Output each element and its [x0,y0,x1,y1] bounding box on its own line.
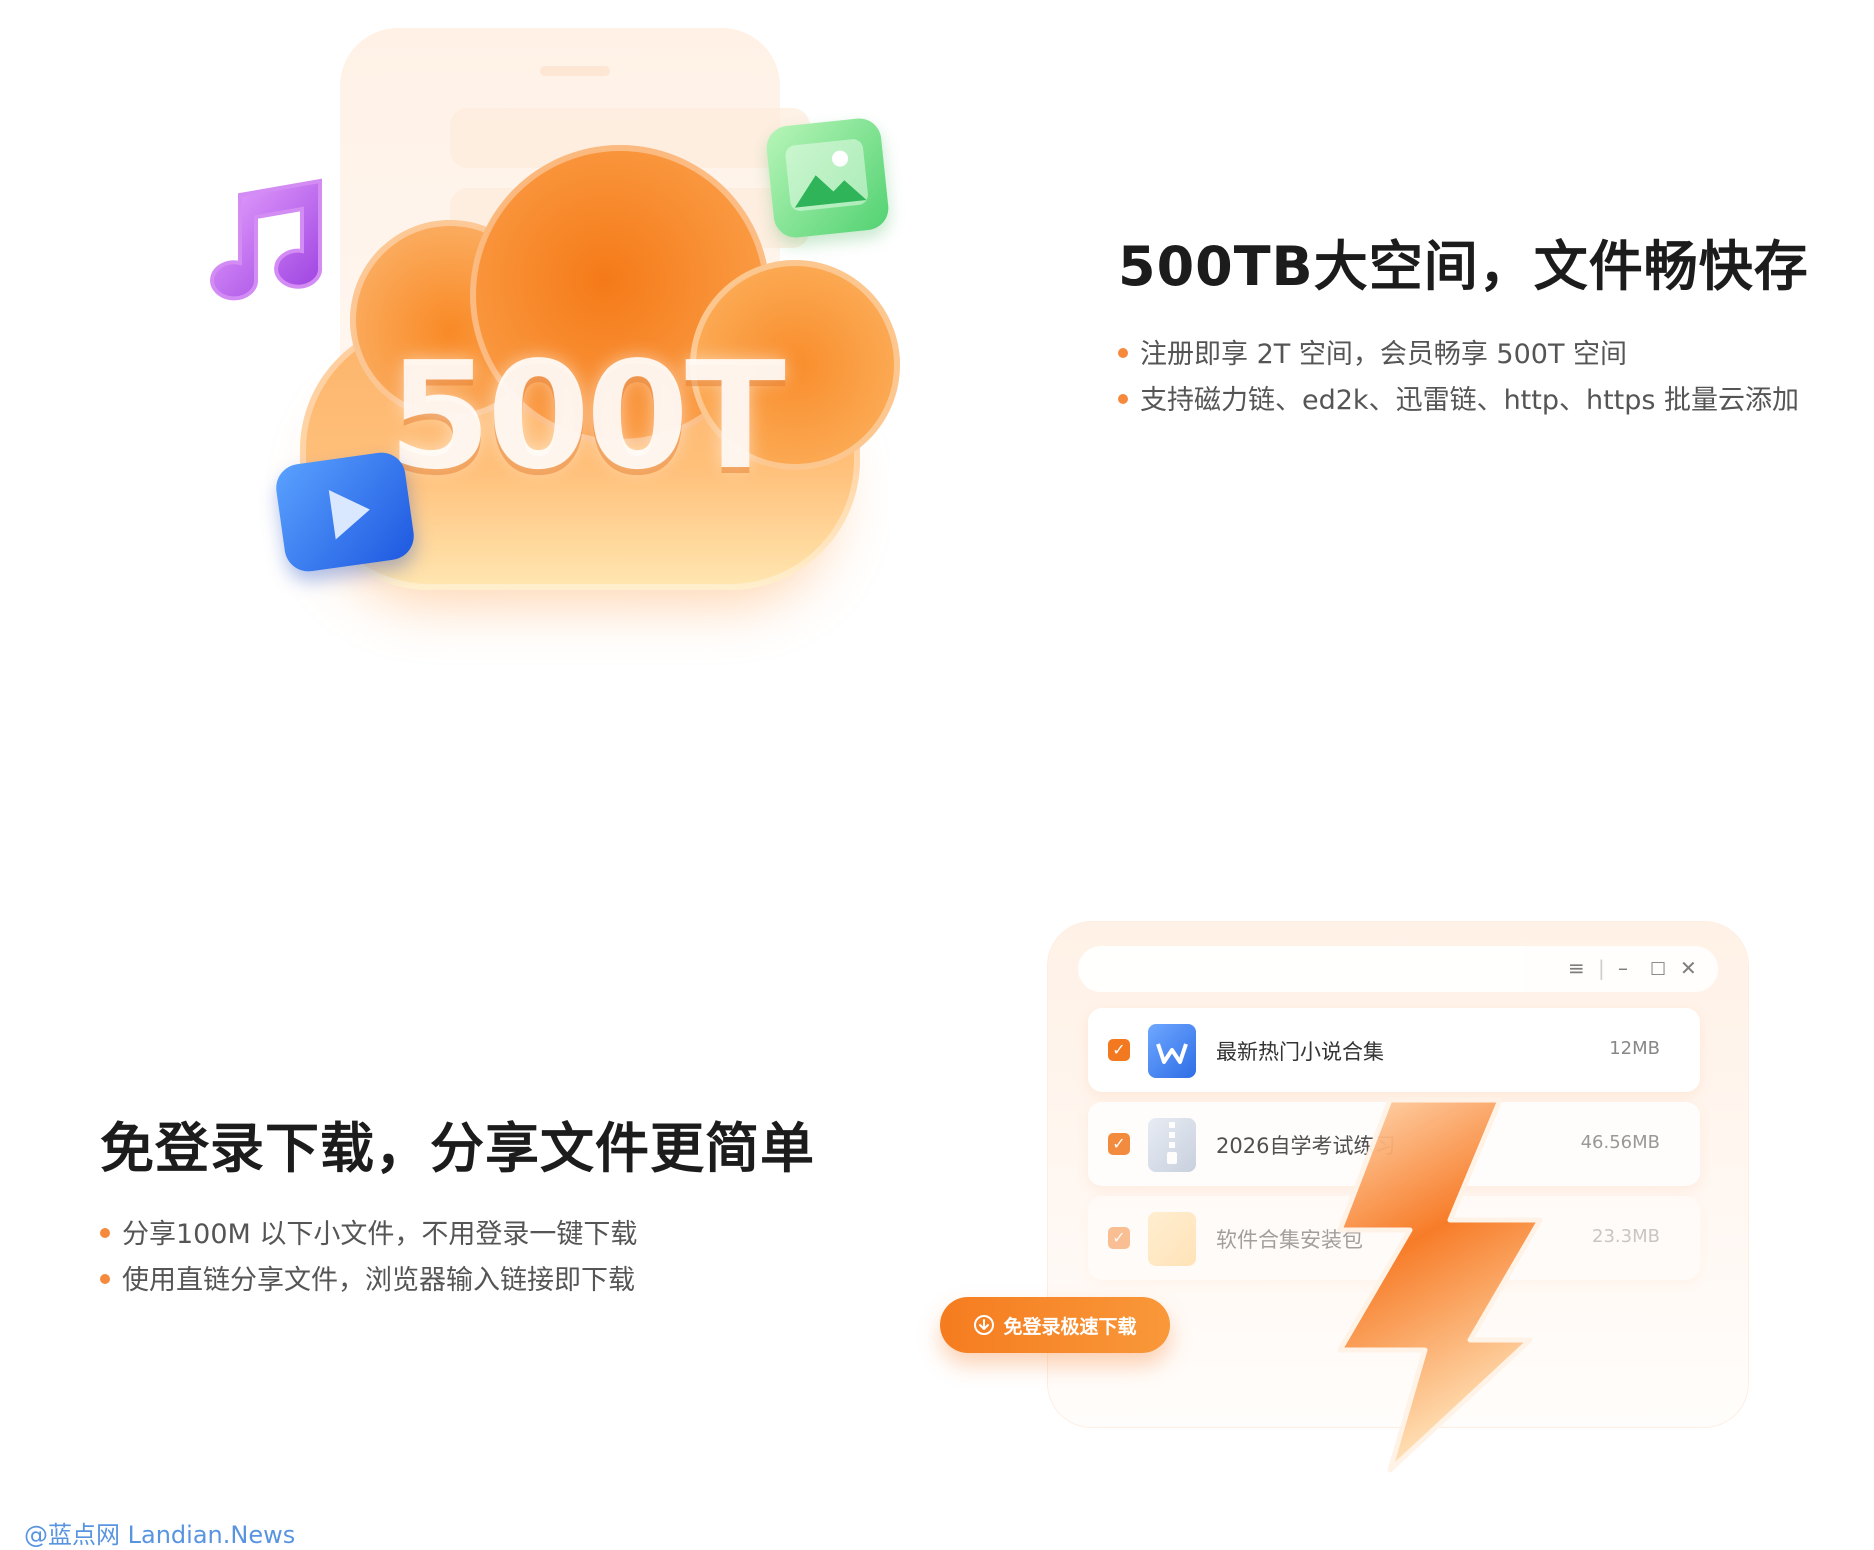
checkbox-checked-icon: ✓ [1108,1039,1130,1061]
bullet-dot [1118,347,1128,358]
titlebar-divider: | [1598,956,1605,980]
list-item: 分享100M 以下小文件，不用登录一键下载 [100,1212,637,1258]
bullet-dot [1118,393,1128,404]
play-icon [273,449,417,575]
zip-archive-icon [1148,1118,1196,1172]
download-without-login-button[interactable]: 免登录极速下载 [940,1297,1170,1353]
menu-icon: ≡ [1568,956,1585,980]
section1-bullet-list: 注册即享 2T 空间，会员畅享 500T 空间 支持磁力链、ed2k、迅雷链、h… [1118,332,1799,424]
section2-title: 免登录下载，分享文件更简单 [100,1117,815,1180]
download-icon [974,1315,995,1335]
cloud-hero-text: 500T [388,330,786,502]
checkbox-checked-icon: ✓ [1108,1227,1130,1249]
file-size: 46.56MB [1580,1132,1660,1153]
file-name: 最新热门小说合集 [1216,1040,1384,1064]
bullet-dot [100,1273,110,1284]
section1-title: 500TB大空间，文件畅快存 [1118,235,1809,298]
file-size: 12MB [1609,1038,1660,1059]
bullet-dot [100,1227,110,1238]
checkbox-checked-icon: ✓ [1108,1133,1130,1155]
file-size: 23.3MB [1592,1226,1660,1247]
picture-icon [764,116,891,240]
section2-bullet-list: 分享100M 以下小文件，不用登录一键下载 使用直链分享文件，浏览器输入链接即下… [100,1212,637,1304]
music-note-icon [210,178,323,301]
word-doc-icon [1148,1024,1196,1078]
folder-icon [1148,1212,1196,1266]
file-row: ✓ 最新热门小说合集 12MB [1088,1008,1700,1092]
phone-notch [540,66,610,76]
list-item: 使用直链分享文件，浏览器输入链接即下载 [100,1258,637,1304]
lightning-bolt-icon [1337,1097,1543,1473]
minimize-icon: – [1618,956,1628,980]
watermark: @蓝点网 Landian.News [24,1521,296,1549]
maximize-icon: □ [1650,958,1667,978]
close-icon: ✕ [1680,956,1697,980]
list-item: 支持磁力链、ed2k、迅雷链、http、https 批量云添加 [1118,378,1799,424]
window-titlebar: ≡ | – □ ✕ [1078,946,1718,992]
download-button-label: 免登录极速下载 [1003,1316,1137,1338]
list-item: 注册即享 2T 空间，会员畅享 500T 空间 [1118,332,1799,378]
